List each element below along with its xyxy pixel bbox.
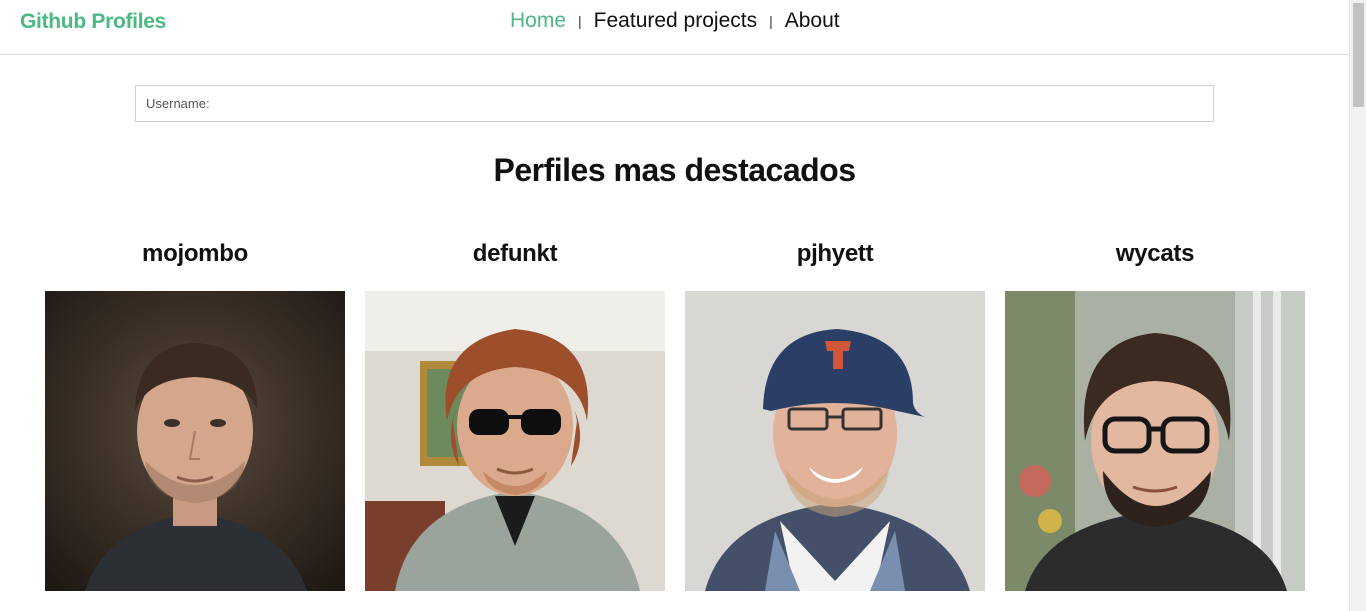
profile-avatar[interactable] [365,291,665,591]
profile-avatar[interactable] [1005,291,1305,591]
top-navbar: Github Profiles Home | Featured projects… [0,0,1349,55]
avatar-image [1005,291,1305,591]
profile-avatar[interactable] [685,291,985,591]
nav-featured-projects-link[interactable]: Featured projects [594,9,757,33]
profile-card[interactable]: mojombo [45,240,345,591]
scrollbar-thumb[interactable] [1353,3,1364,107]
profile-username[interactable]: pjhyett [685,240,985,276]
brand-link[interactable]: Github Profiles [20,10,166,34]
avatar-image [685,291,985,591]
profile-card[interactable]: defunkt [365,240,665,591]
username-input[interactable] [136,86,1213,121]
profile-avatar[interactable] [45,291,345,591]
nav-about-link[interactable]: About [785,9,840,33]
profile-username[interactable]: mojombo [45,240,345,276]
profile-card[interactable]: wycats [1005,240,1305,591]
avatar-image [365,291,665,591]
page-scrollbar[interactable] [1349,0,1366,611]
nav-separator: | [578,13,582,29]
profile-username[interactable]: wycats [1005,240,1305,276]
avatar-image [45,291,345,591]
profile-card[interactable]: pjhyett [685,240,985,591]
page-title: Perfiles mas destacados [493,152,856,188]
main-nav: Home | Featured projects | About [510,9,840,33]
username-search-box [135,85,1214,122]
nav-home-link[interactable]: Home [510,9,566,33]
profile-username[interactable]: defunkt [365,240,665,276]
nav-separator: | [769,13,773,29]
